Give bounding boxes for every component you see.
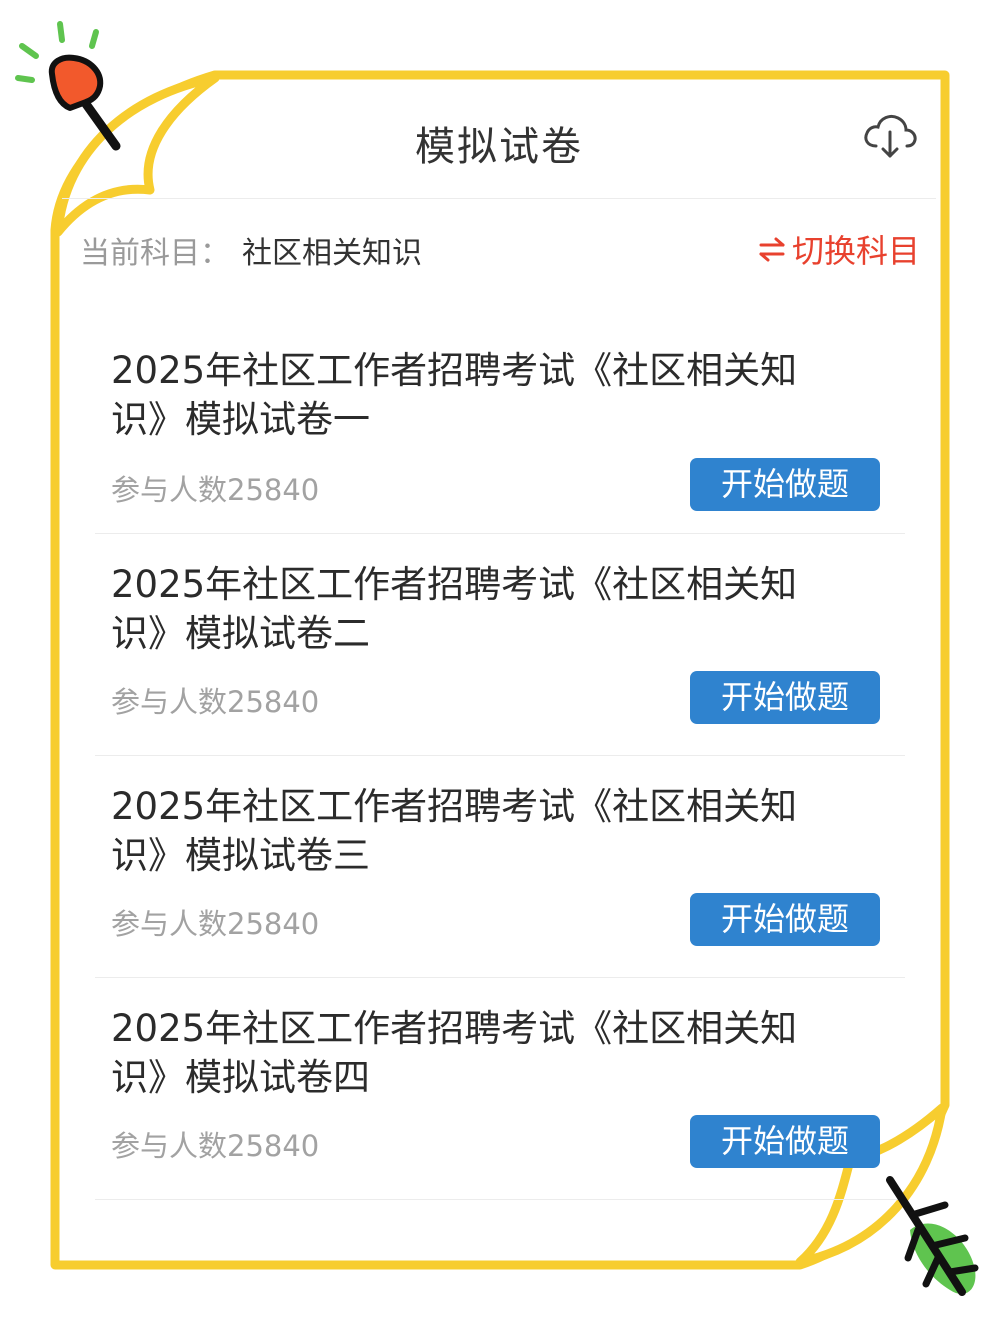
subject-label: 当前科目： — [80, 236, 230, 271]
participant-count: 参与人数25840 — [111, 907, 320, 941]
exam-list-item[interactable]: 2025年社区工作者招聘考试《社区相关知识》模拟试卷三 参与人数25840 开始… — [95, 756, 905, 978]
exam-list-item[interactable]: 2025年社区工作者招聘考试《社区相关知识》模拟试卷一 参与人数25840 开始… — [95, 320, 905, 534]
switch-subject-button[interactable]: 切换科目 — [758, 226, 920, 272]
start-exam-button[interactable]: 开始做题 — [690, 458, 880, 511]
exam-title: 2025年社区工作者招聘考试《社区相关知识》模拟试卷二 — [111, 563, 798, 655]
participant-count: 参与人数25840 — [111, 1129, 320, 1163]
exam-title: 2025年社区工作者招聘考试《社区相关知识》模拟试卷三 — [111, 785, 798, 877]
participant-count: 参与人数25840 — [111, 685, 320, 719]
start-exam-button[interactable]: 开始做题 — [690, 1115, 880, 1168]
exam-list-item[interactable]: 2025年社区工作者招聘考试《社区相关知识》模拟试卷二 参与人数25840 开始… — [95, 534, 905, 756]
start-exam-button[interactable]: 开始做题 — [690, 893, 880, 946]
swap-arrows-icon — [759, 237, 785, 262]
exam-title: 2025年社区工作者招聘考试《社区相关知识》模拟试卷一 — [111, 349, 798, 441]
exam-list-item[interactable]: 2025年社区工作者招聘考试《社区相关知识》模拟试卷四 参与人数25840 开始… — [95, 978, 905, 1200]
subject-value: 社区相关知识 — [242, 236, 422, 271]
page-title: 模拟试卷 — [415, 124, 583, 170]
subject-bar: 当前科目： 社区相关知识 切换科目 — [80, 222, 920, 272]
cloud-download-icon[interactable] — [862, 110, 918, 162]
exam-title: 2025年社区工作者招聘考试《社区相关知识》模拟试卷四 — [111, 1007, 798, 1099]
exam-list: 2025年社区工作者招聘考试《社区相关知识》模拟试卷一 参与人数25840 开始… — [95, 320, 905, 1200]
page-header: 模拟试卷 — [62, 82, 936, 199]
participant-count: 参与人数25840 — [111, 473, 320, 507]
start-exam-button[interactable]: 开始做题 — [690, 671, 880, 724]
switch-subject-label: 切换科目 — [791, 232, 920, 270]
